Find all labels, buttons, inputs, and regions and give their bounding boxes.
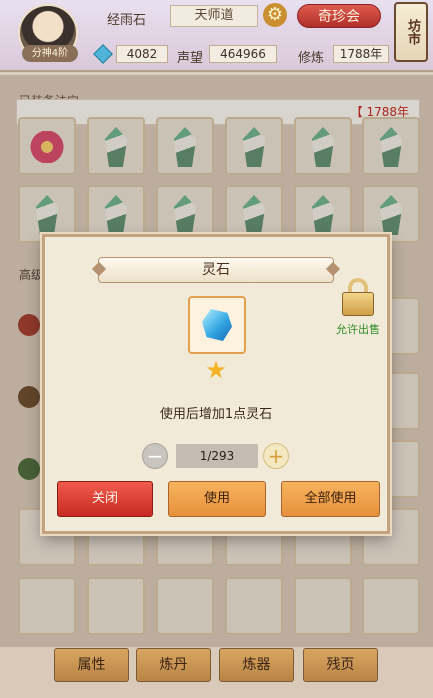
minus-button[interactable]: − xyxy=(142,443,168,469)
tab-forging[interactable]: 炼器 xyxy=(219,648,294,682)
gear-icon[interactable]: ⚙ xyxy=(263,3,287,27)
lock-icon[interactable] xyxy=(338,278,378,318)
quantity-display[interactable]: 1/293 xyxy=(176,444,258,468)
dialog-title: 灵石 xyxy=(98,257,334,283)
shop-button[interactable]: 奇珍会 xyxy=(297,4,381,28)
reputation-value: 464966 xyxy=(209,45,277,63)
market-scroll-icon[interactable]: 坊市 xyxy=(394,2,428,62)
use-all-button[interactable]: 全部使用 xyxy=(281,481,380,517)
allow-sale-label: 允许出售 xyxy=(336,323,380,336)
avatar-rank-badge: 分神4阶 xyxy=(22,45,78,62)
sect-name: 天师道 xyxy=(170,5,258,27)
close-button[interactable]: 关闭 xyxy=(57,481,153,517)
tab-alchemy[interactable]: 炼丹 xyxy=(136,648,211,682)
star-icon: ★ xyxy=(205,356,227,384)
use-button[interactable]: 使用 xyxy=(168,481,266,517)
lock-body xyxy=(342,292,374,316)
cultivation-value: 1788年 xyxy=(333,45,389,63)
plus-button[interactable]: + xyxy=(263,443,289,469)
cultivation-label: 修炼 xyxy=(298,51,325,66)
reputation-label: 声望 xyxy=(177,51,204,66)
tab-attributes[interactable]: 属性 xyxy=(54,648,129,682)
spirit-stone-count: 4082 xyxy=(116,45,168,63)
tab-fragments[interactable]: 残页 xyxy=(303,648,378,682)
player-name: 经雨石 xyxy=(107,13,147,28)
item-description: 使用后增加1点灵石 xyxy=(159,407,273,422)
